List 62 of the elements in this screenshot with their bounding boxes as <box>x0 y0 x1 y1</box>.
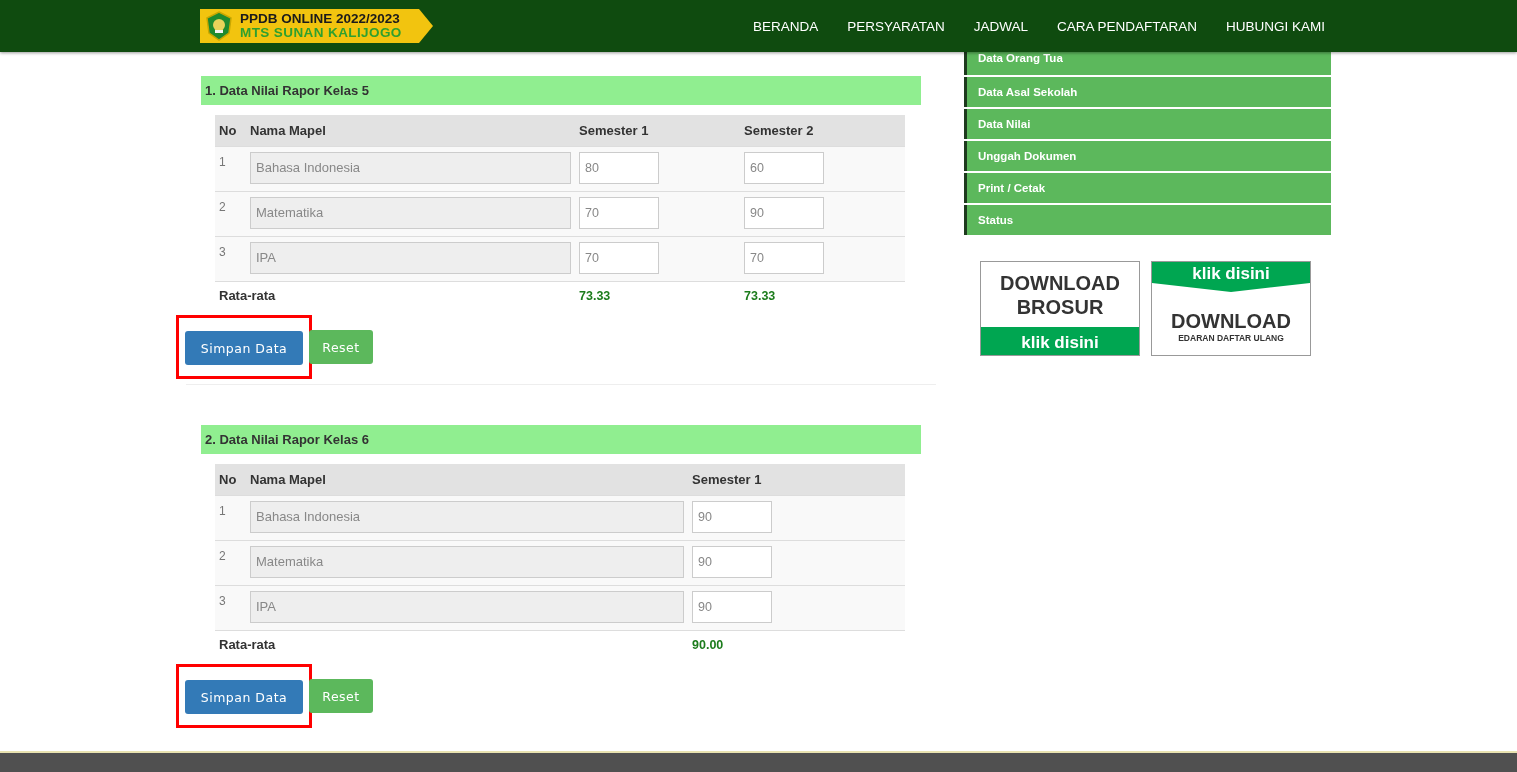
save-button[interactable]: Simpan Data <box>185 331 303 365</box>
nav-link[interactable]: BERANDA <box>752 18 819 34</box>
subject-field: IPA <box>250 590 684 623</box>
site-logo[interactable]: PPDB ONLINE 2022/2023 MTS SUNAN KALIJOGO <box>200 9 433 43</box>
nav-link[interactable]: CARA PENDAFTARAN <box>1056 18 1197 34</box>
score-field[interactable]: 90 <box>692 545 772 578</box>
column-header: Semester 2 <box>740 115 905 146</box>
score-field[interactable]: 90 <box>692 590 772 623</box>
banner-text: BROSUR <box>1016 294 1104 319</box>
average-value: 73.33 <box>575 281 740 310</box>
sidebar-item[interactable]: Unggah Dokumen <box>964 141 1331 171</box>
row-number: 3 <box>215 236 246 281</box>
sidebar-item[interactable]: Data Orang Tua <box>964 52 1331 75</box>
subject-field: Matematika <box>250 545 684 578</box>
score-field[interactable]: 90 <box>744 196 824 229</box>
column-header: No <box>215 115 246 146</box>
row-number: 1 <box>215 146 246 191</box>
column-header: No <box>215 464 246 495</box>
banner-link: klik disini <box>981 327 1139 355</box>
column-header: Semester 1 <box>575 115 740 146</box>
score-field[interactable]: 70 <box>579 196 659 229</box>
download-banner[interactable]: klik disini DOWNLOAD EDARAN DAFTAR ULANG <box>1151 261 1311 356</box>
average-value: 90.00 <box>688 630 905 659</box>
subject-field: IPA <box>250 241 571 274</box>
row-number: 2 <box>215 191 246 236</box>
score-field[interactable]: 70 <box>744 241 824 274</box>
average-label: Rata-rata <box>215 630 688 659</box>
nav-link[interactable]: JADWAL <box>973 18 1028 34</box>
banner-link: klik disini <box>1152 262 1310 292</box>
row-number: 1 <box>215 495 246 540</box>
column-header: Semester 1 <box>688 464 905 495</box>
banner-text: DOWNLOAD <box>1000 270 1120 295</box>
logo-title: PPDB ONLINE 2022/2023 <box>240 12 401 26</box>
emblem-icon <box>204 11 234 41</box>
banner-text: EDARAN DAFTAR ULANG <box>1178 332 1284 343</box>
download-banner[interactable]: DOWNLOAD BROSUR klik disini <box>980 261 1140 356</box>
reset-button[interactable]: Reset <box>309 679 373 713</box>
nav-link[interactable]: PERSYARATAN <box>847 18 945 34</box>
subject-field: Bahasa Indonesia <box>250 500 684 533</box>
average-label: Rata-rata <box>215 281 575 310</box>
reset-button[interactable]: Reset <box>309 330 373 364</box>
logo-subtitle: MTS SUNAN KALIJOGO <box>240 26 402 40</box>
sidebar-item[interactable]: Status <box>964 205 1331 235</box>
section-title: 1. Data Nilai Rapor Kelas 5 <box>201 76 921 105</box>
section-title: 2. Data Nilai Rapor Kelas 6 <box>201 425 921 454</box>
score-field[interactable]: 60 <box>744 151 824 184</box>
column-header: Nama Mapel <box>246 464 688 495</box>
subject-field: Bahasa Indonesia <box>250 151 571 184</box>
sidebar-item[interactable]: Print / Cetak <box>964 173 1331 203</box>
sidebar-item[interactable]: Data Asal Sekolah <box>964 77 1331 107</box>
row-number: 2 <box>215 540 246 585</box>
save-button[interactable]: Simpan Data <box>185 680 303 714</box>
average-value: 73.33 <box>740 281 905 310</box>
subject-field: Matematika <box>250 196 571 229</box>
score-field[interactable]: 90 <box>692 500 772 533</box>
row-number: 3 <box>215 585 246 630</box>
column-header: Nama Mapel <box>246 115 575 146</box>
score-field[interactable]: 70 <box>579 241 659 274</box>
score-field[interactable]: 80 <box>579 151 659 184</box>
nav-link[interactable]: HUBUNGI KAMI <box>1226 18 1325 34</box>
banner-text: DOWNLOAD <box>1171 308 1291 333</box>
sidebar-item[interactable]: Data Nilai <box>964 109 1331 139</box>
